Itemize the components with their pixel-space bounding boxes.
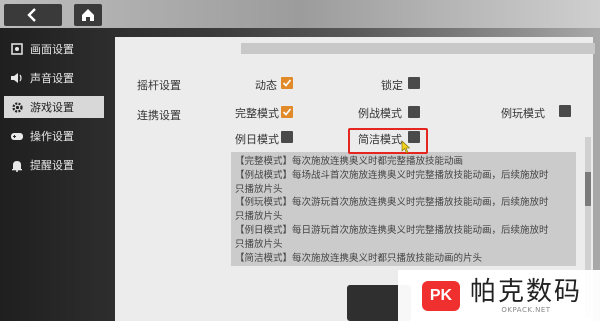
watermark-text: 帕克数码 OKPACK.NET xyxy=(470,278,582,314)
sidebar-item-label: 画面设置 xyxy=(30,43,74,56)
sidebar-item-label: 声音设置 xyxy=(30,72,74,85)
option-battle-mode-label: 例战模式 xyxy=(358,107,402,120)
description-line: 只播放片头 xyxy=(235,183,283,195)
joystick-setting-label: 摇杆设置 xyxy=(137,79,181,92)
link-setting-label: 连携设置 xyxy=(137,109,181,122)
option-daily-mode-checkbox[interactable] xyxy=(281,131,293,143)
annotation-highlight-box xyxy=(348,128,428,154)
cursor-icon xyxy=(401,140,411,154)
sidebar-item-label: 游戏设置 xyxy=(30,101,74,114)
checkmark-icon xyxy=(282,79,292,87)
sidebar-item-notify[interactable]: 提醒设置 xyxy=(4,154,104,176)
bell-icon xyxy=(10,158,24,172)
sidebar-item-label: 操作设置 xyxy=(30,130,74,143)
watermark-title: 帕克数码 xyxy=(470,276,583,307)
option-dynamic-checkbox[interactable] xyxy=(281,77,293,89)
gamepad-icon xyxy=(10,129,24,143)
sidebar-item-game[interactable]: 游戏设置 xyxy=(4,96,104,118)
description-line: 【例玩模式】每次游玩首次施放连携奥义时完整播放技能动画，后续施放时 xyxy=(235,197,549,209)
option-lock-label: 锁定 xyxy=(381,79,403,92)
arrow-left-icon xyxy=(27,8,36,22)
back-button[interactable] xyxy=(4,4,62,26)
option-dynamic-label: 动态 xyxy=(255,79,277,92)
panel-divider xyxy=(241,43,595,54)
settings-sidebar: 画面设置 声音设置 游戏设置 操作设置 提醒设置 xyxy=(0,34,108,321)
gear-icon xyxy=(10,100,24,114)
sidebar-item-display[interactable]: 画面设置 xyxy=(4,38,104,60)
sidebar-item-controls[interactable]: 操作设置 xyxy=(4,125,104,147)
description-line: 【例日模式】每日游玩首次施放连携奥义时完整播放技能动画，后续施放时 xyxy=(235,224,549,236)
home-icon xyxy=(82,9,94,21)
option-full-mode-label: 完整模式 xyxy=(235,107,279,120)
watermark-subtitle: OKPACK.NET xyxy=(501,305,551,314)
option-battle-mode-checkbox[interactable] xyxy=(408,106,420,118)
description-line: 只播放片头 xyxy=(235,238,283,250)
option-full-mode-checkbox[interactable] xyxy=(281,106,293,118)
checkmark-icon xyxy=(282,108,292,116)
description-line: 只播放片头 xyxy=(235,211,283,223)
option-play-mode-checkbox[interactable] xyxy=(559,105,571,117)
option-play-mode-label: 例玩模式 xyxy=(501,107,545,120)
speaker-icon xyxy=(10,71,24,85)
scrollbar-thumb[interactable] xyxy=(585,172,591,206)
sidebar-item-sound[interactable]: 声音设置 xyxy=(4,67,104,89)
watermark-logo: PK xyxy=(422,280,460,311)
home-button[interactable] xyxy=(74,4,102,26)
mode-description-box: 【完整模式】每次施放连携奥义时都完整播放技能动画 【例战模式】每场战斗首次施放连… xyxy=(231,152,576,266)
watermark: PK 帕克数码 OKPACK.NET xyxy=(398,270,600,321)
description-line: 【例战模式】每场战斗首次施放连携奥义时完整播放技能动画，后续施放时 xyxy=(235,169,549,181)
display-settings-icon xyxy=(10,42,24,56)
sidebar-item-label: 提醒设置 xyxy=(30,159,74,172)
option-lock-checkbox[interactable] xyxy=(408,77,420,89)
option-daily-mode-label: 例日模式 xyxy=(235,133,279,146)
top-bar xyxy=(0,0,600,28)
description-line: 【完整模式】每次施放连携奥义时都完整播放技能动画 xyxy=(235,156,464,167)
description-line: 【简洁模式】每次施放连携奥义时都只播放技能动画的片头 xyxy=(235,252,483,264)
